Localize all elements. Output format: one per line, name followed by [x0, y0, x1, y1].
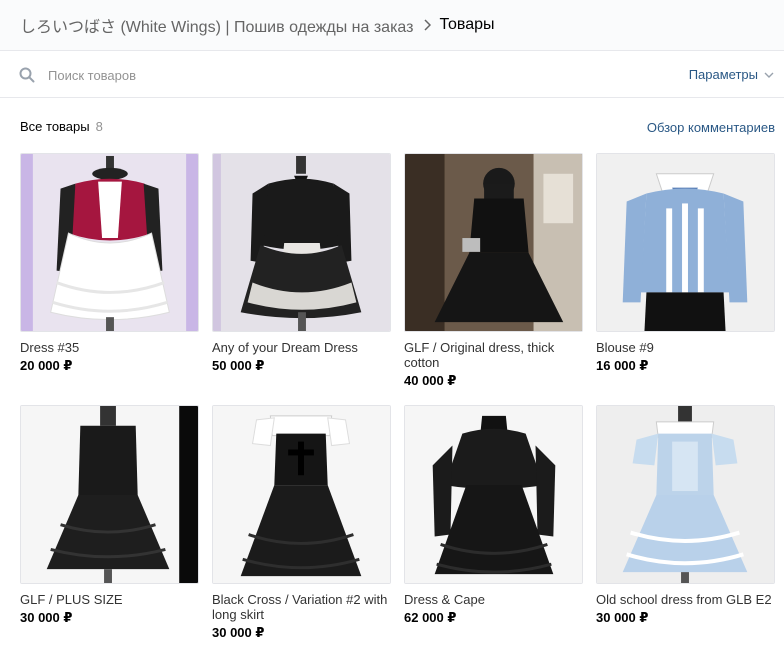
dress-image [21, 154, 198, 331]
product-title[interactable]: Blouse #9 [596, 340, 775, 355]
product-image[interactable] [404, 153, 583, 332]
chevron-right-icon [424, 19, 432, 31]
parameters-button[interactable]: Параметры [689, 67, 774, 82]
product-image[interactable] [212, 153, 391, 332]
dress-image [405, 406, 582, 583]
product-card[interactable]: Black Cross / Variation #2 with long ski… [212, 405, 391, 640]
product-grid: Dress #35 20 000 ₽ Any of your Dream Dre… [20, 153, 775, 640]
product-image[interactable] [596, 153, 775, 332]
product-title[interactable]: Dress & Cape [404, 592, 583, 607]
product-price: 20 000 ₽ [20, 358, 73, 373]
product-title[interactable]: Black Cross / Variation #2 with long ski… [212, 592, 391, 622]
product-card[interactable]: Old school dress from GLB E2 30 000 ₽ [596, 405, 775, 639]
product-price: 62 000 ₽ [404, 610, 457, 625]
product-price: 30 000 ₽ [212, 625, 265, 640]
product-card[interactable]: GLF / Original dress, thick cotton 40 00… [404, 153, 583, 388]
review-comments-link[interactable]: Обзор комментариев [647, 120, 775, 135]
product-image[interactable] [404, 405, 583, 584]
dress-image [213, 154, 390, 331]
product-card[interactable]: GLF / PLUS SIZE 30 000 ₽ [20, 405, 199, 639]
search-icon [19, 67, 35, 83]
section-header: Все товары 8 Обзор комментариев [20, 118, 775, 136]
product-price: 30 000 ₽ [596, 610, 649, 625]
product-title[interactable]: Any of your Dream Dress [212, 340, 391, 355]
parameters-label: Параметры [688, 67, 758, 82]
product-title[interactable]: Dress #35 [20, 340, 199, 355]
product-count: 8 [95, 119, 103, 134]
product-price: 16 000 ₽ [596, 358, 649, 373]
product-card[interactable]: Dress #35 20 000 ₽ [20, 153, 199, 387]
dress-image [21, 406, 198, 583]
section-title: Все товары [20, 119, 90, 134]
dress-image [597, 406, 774, 583]
product-price: 30 000 ₽ [20, 610, 73, 625]
product-price: 40 000 ₽ [404, 373, 457, 388]
breadcrumb: しろいつばさ (White Wings) | Пошив одежды на з… [0, 0, 784, 51]
product-image[interactable] [596, 405, 775, 584]
product-price: 50 000 ₽ [212, 358, 265, 373]
breadcrumb-current: Товары [439, 16, 495, 33]
chevron-down-icon [764, 72, 774, 78]
search-bar: Параметры [0, 52, 784, 98]
blouse-image [597, 154, 774, 331]
product-title[interactable]: Old school dress from GLB E2 [596, 592, 775, 607]
dress-image [405, 154, 582, 331]
product-title[interactable]: GLF / Original dress, thick cotton [404, 340, 583, 370]
product-image[interactable] [20, 405, 199, 584]
product-card[interactable]: Dress & Cape 62 000 ₽ [404, 405, 583, 639]
product-image[interactable] [20, 153, 199, 332]
product-image[interactable] [212, 405, 391, 584]
search-input[interactable] [48, 64, 608, 86]
breadcrumb-group-link[interactable]: しろいつばさ (White Wings) | Пошив одежды на з… [20, 13, 413, 37]
product-card[interactable]: Blouse #9 16 000 ₽ [596, 153, 775, 387]
product-card[interactable]: Any of your Dream Dress 50 000 ₽ [212, 153, 391, 387]
dress-image [213, 406, 390, 583]
product-title[interactable]: GLF / PLUS SIZE [20, 592, 199, 607]
